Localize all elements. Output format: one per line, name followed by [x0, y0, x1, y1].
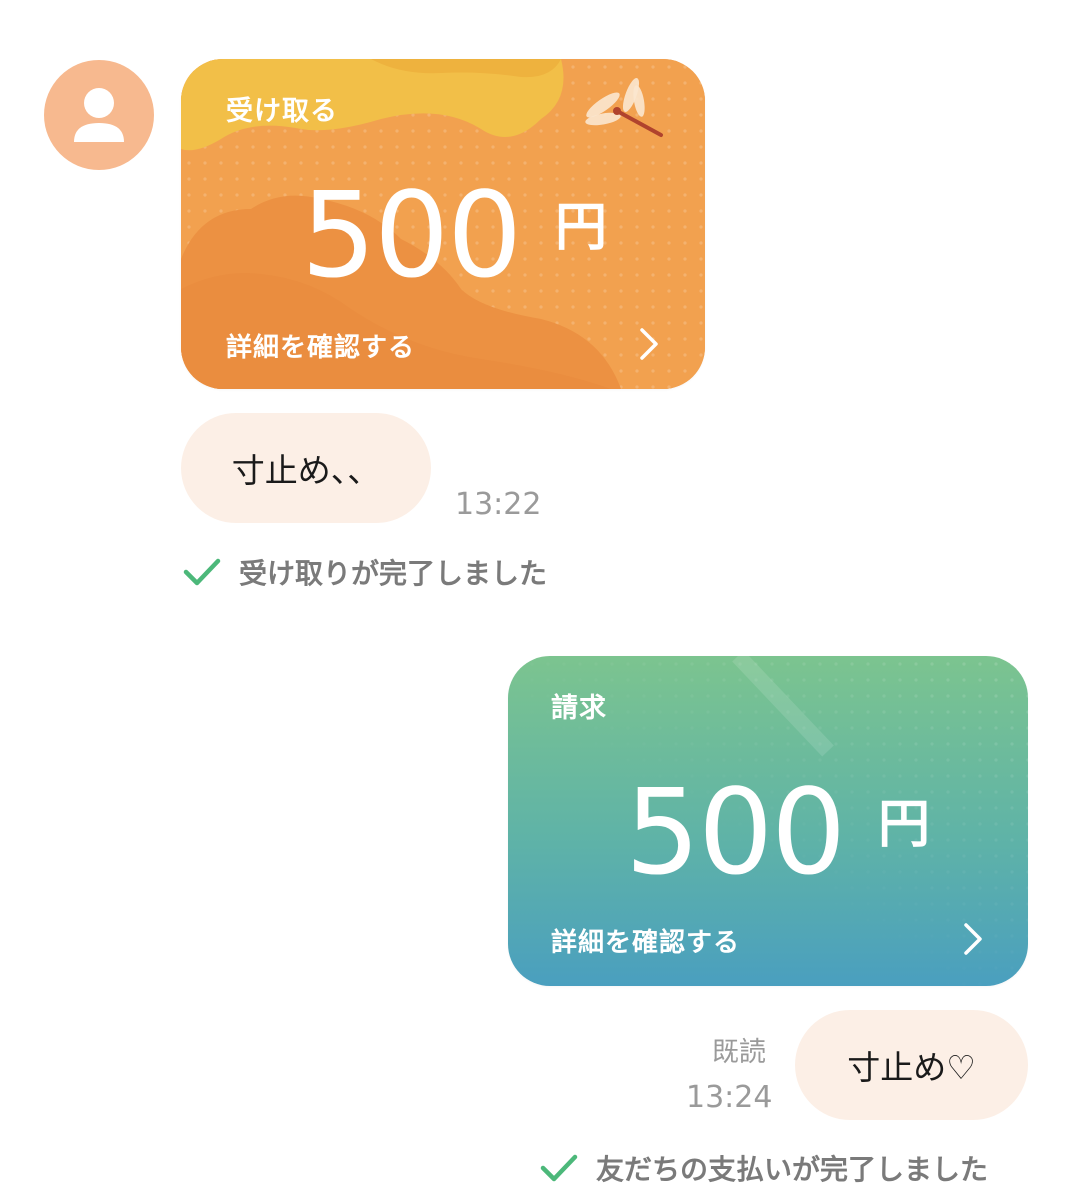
currency-label: 円 — [878, 795, 931, 855]
avatar[interactable] — [44, 60, 154, 170]
chevron-right-icon[interactable] — [636, 327, 662, 361]
payment-amount: 500 — [301, 166, 522, 304]
card-label: 請求 — [551, 693, 607, 724]
status-text: 友だちの支払いが完了しました — [596, 1153, 989, 1186]
person-icon — [74, 88, 124, 142]
message-timestamp: 13:24 — [686, 1080, 773, 1115]
message-timestamp: 13:22 — [455, 487, 542, 522]
card-label: 受け取る — [226, 96, 338, 127]
read-receipt: 既読 — [712, 1037, 766, 1068]
receive-status: 受け取りが完了しました — [183, 552, 547, 592]
request-payment-card[interactable]: 請求 500 円 詳細を確認する — [508, 656, 1028, 986]
dragonfly-icon — [585, 77, 663, 137]
status-text: 受け取りが完了しました — [239, 557, 548, 590]
payment-status: 友だちの支払いが完了しました — [540, 1148, 988, 1188]
incoming-message-bubble[interactable]: 寸止め、、 — [181, 413, 431, 523]
message-text: 寸止め♡ — [847, 1048, 976, 1087]
check-icon — [183, 558, 221, 586]
details-link[interactable]: 詳細を確認する — [551, 922, 740, 959]
message-text: 寸止め、、 — [231, 451, 381, 490]
outgoing-message-bubble[interactable]: 寸止め♡ — [795, 1010, 1028, 1120]
check-icon — [540, 1154, 578, 1182]
receive-payment-card[interactable]: 受け取る 500 円 詳細を確認する — [181, 59, 705, 389]
payment-amount: 500 — [625, 763, 846, 901]
chevron-right-icon[interactable] — [960, 922, 986, 956]
currency-label: 円 — [555, 198, 608, 258]
details-link[interactable]: 詳細を確認する — [226, 327, 415, 364]
